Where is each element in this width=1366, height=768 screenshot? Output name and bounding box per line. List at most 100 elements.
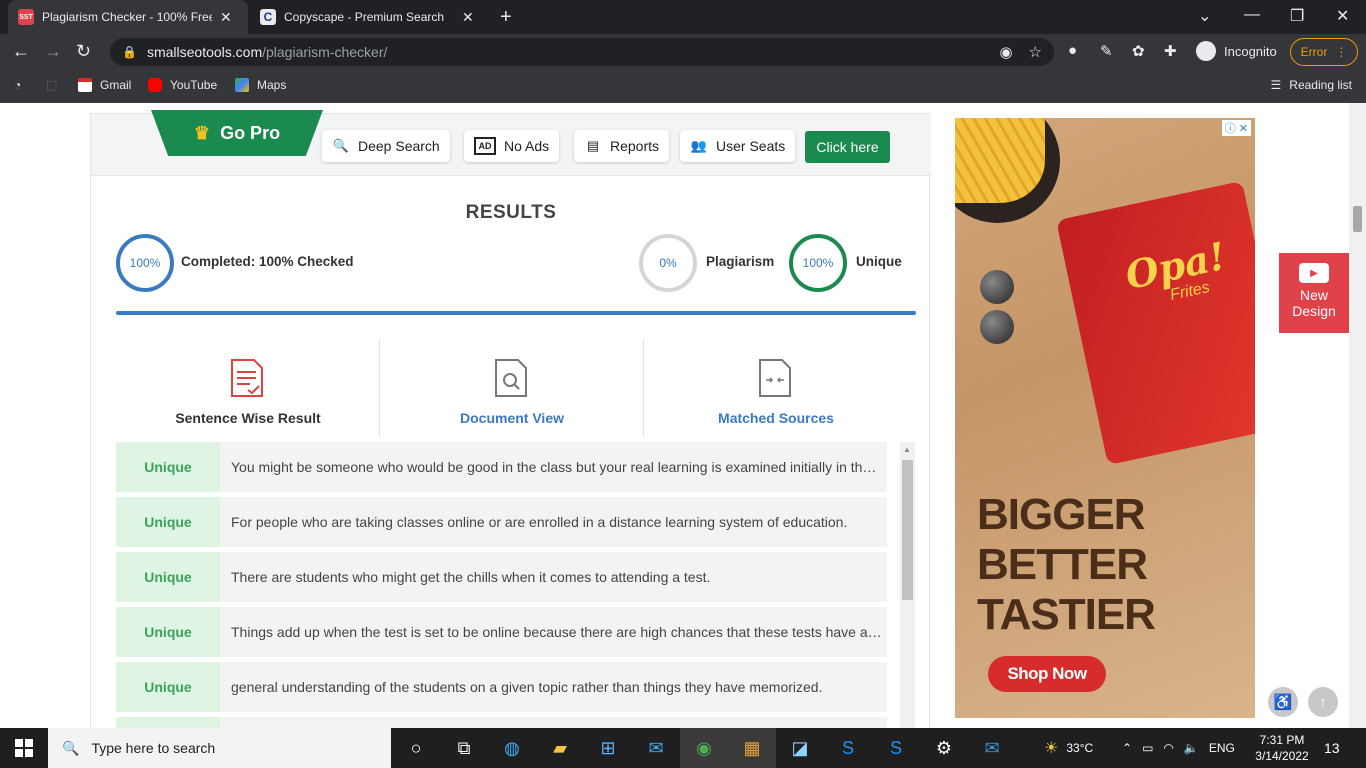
sentence-row-partial[interactable]: [116, 717, 887, 728]
go-pro-button[interactable]: ♛ Go Pro: [151, 110, 323, 156]
taskbar-search[interactable]: 🔍 Type here to search: [48, 728, 391, 768]
eye-blocked-icon[interactable]: ◉: [999, 43, 1012, 61]
pepper-shaker-image: [980, 270, 1014, 304]
skype-notification-icon[interactable]: S: [872, 728, 920, 768]
back-arrow-icon[interactable]: ←: [12, 41, 30, 62]
feature-no-ads[interactable]: AD No Ads: [464, 130, 560, 162]
windows-taskbar: 🔍 Type here to search ○ ⧉ ◍ ▰ ⊞ ✉ ◉ ▦ ◪ …: [0, 728, 1366, 768]
close-icon[interactable]: ✕: [462, 9, 474, 26]
url-host: smallseotools.com: [146, 44, 263, 60]
plagiarism-results-card: ♛ Go Pro 🔍 Deep Search AD No Ads ▤ Repor…: [90, 110, 931, 728]
report-icon: ▤: [586, 138, 600, 153]
address-bar[interactable]: 🔒 smallseotools.com /plagiarism-checker/…: [110, 38, 1054, 66]
edge-icon[interactable]: ◍: [488, 728, 536, 768]
grammarly-extension-icon[interactable]: ●: [1068, 42, 1077, 59]
sentence-row[interactable]: Unique Things add up when the test is se…: [116, 607, 887, 657]
shop-now-button[interactable]: Shop Now: [988, 656, 1106, 692]
apps-icon[interactable]: ◔: [14, 78, 21, 92]
reading-list-button[interactable]: ☰ Reading list: [1271, 78, 1352, 92]
outlook-icon[interactable]: ✉: [968, 728, 1016, 768]
unique-badge: Unique: [116, 442, 220, 492]
wifi-icon[interactable]: ◠: [1163, 741, 1173, 755]
tab-copyscape[interactable]: C Copyscape - Premium Search ✕: [250, 0, 490, 34]
tab-document-view[interactable]: Document View: [380, 338, 644, 438]
placeholder-icon[interactable]: ⬚: [46, 78, 57, 92]
minimize-icon[interactable]: —: [1244, 6, 1260, 24]
new-tab-plus-icon[interactable]: +: [500, 6, 512, 29]
advertisement-banner[interactable]: Opa! Frites BIGGER BETTER TASTIER Shop N…: [955, 118, 1255, 718]
tab-sentence-wise-result[interactable]: Sentence Wise Result: [116, 338, 380, 438]
unique-label: Unique: [856, 254, 902, 269]
feature-reports[interactable]: ▤ Reports: [574, 130, 670, 162]
calculator-icon[interactable]: ▦: [728, 728, 776, 768]
tab-search-chevron-icon[interactable]: ⌄: [1198, 6, 1211, 26]
notification-center-icon[interactable]: 13: [1324, 728, 1340, 768]
scroll-top-arrow-icon[interactable]: ↑: [1308, 687, 1338, 717]
notes-icon[interactable]: ◪: [776, 728, 824, 768]
bookmark-youtube[interactable]: YouTube: [148, 78, 217, 92]
unique-badge: Unique: [116, 552, 220, 602]
incognito-indicator[interactable]: Incognito: [1196, 41, 1277, 61]
lock-icon[interactable]: 🔒: [122, 45, 137, 59]
sentence-row[interactable]: Unique There are students who might get …: [116, 552, 887, 602]
new-design-label: New Design: [1292, 287, 1336, 319]
forward-arrow-icon[interactable]: →: [44, 41, 62, 62]
close-icon[interactable]: ✕: [220, 9, 232, 26]
sentence-row[interactable]: Unique general understanding of the stud…: [116, 662, 887, 712]
feather-extension-icon[interactable]: ✎: [1100, 42, 1113, 60]
tray-chevron-icon[interactable]: ⌃: [1122, 741, 1132, 755]
fries-image: [955, 118, 1045, 203]
feature-deep-search[interactable]: 🔍 Deep Search: [322, 130, 450, 162]
maximize-icon[interactable]: ❐: [1290, 6, 1304, 26]
unique-badge: Unique: [116, 662, 220, 712]
extensions-puzzle-icon[interactable]: ✚: [1164, 42, 1177, 60]
battery-icon[interactable]: ▭: [1142, 741, 1153, 755]
mail-icon[interactable]: ✉: [632, 728, 680, 768]
cortana-icon[interactable]: ○: [392, 728, 440, 768]
sentence-result-icon: [231, 359, 263, 397]
new-design-button[interactable]: ▶ New Design: [1279, 253, 1349, 333]
feature-user-seats[interactable]: 👥 User Seats: [680, 130, 796, 162]
feature-label: Reports: [610, 138, 660, 154]
bookmark-star-icon[interactable]: ☆: [1029, 43, 1042, 61]
task-view-icon[interactable]: ⧉: [440, 728, 488, 768]
chrome-icon[interactable]: ◉: [680, 728, 728, 768]
settings-gear-icon[interactable]: ⚙: [920, 728, 968, 768]
scroll-up-arrow-icon[interactable]: ▲: [903, 445, 911, 454]
weather-widget[interactable]: ☀ 33°C: [1044, 728, 1093, 768]
error-button[interactable]: Error ⋮: [1290, 38, 1358, 66]
reload-icon[interactable]: ↻: [76, 41, 91, 62]
click-here-button[interactable]: Click here: [805, 131, 890, 163]
bookmark-gmail[interactable]: Gmail: [78, 78, 131, 92]
scrollbar-thumb[interactable]: [902, 460, 913, 600]
youtube-icon: [148, 78, 162, 92]
page-scrollbar[interactable]: [1349, 103, 1366, 728]
feature-label: Deep Search: [358, 138, 440, 154]
page-scrollbar-thumb[interactable]: [1353, 206, 1362, 232]
tab-plagiarism-checker[interactable]: SST Plagiarism Checker - 100% Free O ✕: [8, 0, 248, 34]
pinwheel-extension-icon[interactable]: ✿: [1132, 42, 1145, 60]
sentence-row[interactable]: Unique You might be someone who would be…: [116, 442, 887, 492]
sentence-row[interactable]: Unique For people who are taking classes…: [116, 497, 887, 547]
result-view-tabs: Sentence Wise Result Document View Match…: [116, 338, 916, 438]
file-explorer-icon[interactable]: ▰: [536, 728, 584, 768]
results-scrollbar[interactable]: ▲: [900, 442, 915, 728]
bookmarks-bar: ◔ ⬚ Gmail YouTube Maps ☰ Reading list: [0, 70, 1366, 103]
bookmark-label: YouTube: [170, 78, 218, 92]
go-pro-label: Go Pro: [220, 122, 281, 143]
unique-badge: [116, 717, 220, 728]
bookmark-maps[interactable]: Maps: [235, 78, 286, 92]
accessibility-icon[interactable]: ♿: [1268, 687, 1298, 717]
adchoices-icon[interactable]: ⓘ ✕: [1221, 120, 1251, 136]
skype-icon[interactable]: S: [824, 728, 872, 768]
windows-start-icon[interactable]: [0, 728, 48, 768]
taskbar-clock[interactable]: 7:31 PM 3/14/2022: [1254, 732, 1310, 764]
document-search-icon: [495, 359, 527, 397]
store-icon[interactable]: ⊞: [584, 728, 632, 768]
sentence-text: For people who are taking classes online…: [231, 514, 848, 530]
volume-icon[interactable]: 🔈: [1184, 741, 1199, 755]
input-language[interactable]: ENG: [1209, 741, 1235, 755]
window-close-icon[interactable]: ✕: [1336, 6, 1349, 26]
tab-title: Copyscape - Premium Search: [284, 10, 445, 24]
tab-matched-sources[interactable]: Matched Sources: [644, 338, 908, 438]
